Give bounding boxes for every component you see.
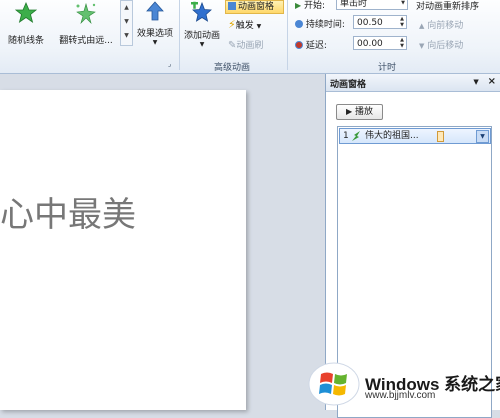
start-dropdown-icon[interactable]: ▼ — [399, 0, 407, 9]
pane-dropdown-icon[interactable]: ▼ — [473, 78, 478, 86]
effect-options-button[interactable]: 效果选项 ▼ — [134, 0, 176, 52]
animation-item-number: 1 — [343, 131, 349, 141]
trigger-label: 触发 — [235, 21, 254, 31]
flip-effect-button[interactable]: 翻转式由远... — [54, 0, 118, 46]
lightning-icon: ⚡ — [228, 18, 236, 31]
pane-title: 动画窗格 — [330, 80, 367, 90]
duration-input[interactable]: 00.50 ▲ ▼ — [353, 15, 407, 29]
gallery-down-icon[interactable]: ▼ — [121, 15, 132, 29]
delay-icon — [295, 41, 303, 49]
flip-label: 翻转式由远... — [59, 36, 113, 46]
watermark: Windows 系统之家 www.bjjmlv.com — [302, 354, 500, 410]
animation-pane-label: 动画窗格 — [238, 2, 275, 12]
trigger-dropdown-icon: ▼ — [256, 23, 262, 30]
up-arrow-icon — [146, 1, 164, 21]
delay-value: 00.00 — [357, 39, 383, 49]
duration-value: 00.50 — [357, 18, 383, 28]
animation-item-name: 伟大的祖国... — [365, 131, 419, 141]
dialog-launcher-icon[interactable]: ⌟ — [168, 60, 171, 68]
move-later-label: 向后移动 — [427, 41, 464, 51]
start-row: ▶ 开始: — [295, 0, 325, 11]
gallery-more-icon[interactable]: ▼ — [121, 29, 132, 43]
animation-painter-label: 动画刷 — [236, 41, 264, 51]
play-label: 播放 — [355, 107, 374, 117]
move-earlier-label: 向前移动 — [427, 21, 464, 31]
animation-pane-button[interactable]: 动画窗格 — [225, 0, 284, 14]
duration-spinner-icon[interactable]: ▲ ▼ — [398, 16, 406, 28]
animation-painter-button[interactable]: ✎动画刷 — [228, 38, 263, 51]
move-later-button[interactable]: ▼ 向后移动 — [419, 38, 463, 51]
effect-options-dropdown-icon: ▼ — [152, 39, 158, 46]
start-play-icon: ▶ — [295, 1, 302, 10]
gallery-up-icon[interactable]: ▲ — [121, 1, 132, 15]
separator — [179, 0, 180, 70]
slide-text[interactable]: 心中最美 — [0, 187, 136, 236]
timing-group-label: 计时 — [378, 63, 397, 73]
pane-close-icon[interactable]: × — [488, 76, 496, 87]
separator — [287, 0, 288, 70]
animation-timing-bar — [437, 131, 444, 142]
move-earlier-button[interactable]: ▲ 向前移动 — [419, 18, 463, 31]
delay-label: 延迟: — [305, 41, 327, 51]
add-animation-dropdown-icon: ▼ — [199, 41, 205, 48]
delay-spinner-icon[interactable]: ▲ ▼ — [398, 37, 406, 49]
start-value: 单击时 — [340, 0, 368, 9]
add-animation-button[interactable]: 添加动画 ▼ — [181, 0, 223, 52]
start-select[interactable]: 单击时 ▼ — [336, 0, 408, 10]
animation-item-dropdown-icon[interactable]: ▼ — [476, 130, 489, 143]
down-triangle-icon: ▼ — [419, 42, 425, 50]
slide-canvas-area: 心中最美 — [0, 74, 322, 410]
delay-row: 延迟: — [295, 38, 327, 51]
duration-row: 持续时间: — [295, 17, 345, 30]
add-star-icon — [191, 1, 212, 22]
slide[interactable]: 心中最美 — [0, 90, 246, 410]
ribbon: 随机线条 翻转式由远... ▲ ▼ ▼ 效果选项 ▼ ⌟ 添加动画 ▼ 动画窗格 — [0, 0, 500, 74]
add-animation-label: 添加动画 — [183, 31, 220, 41]
sparkle-star-icon — [76, 2, 96, 25]
pane-header: 动画窗格 ▼ × — [326, 74, 500, 92]
animation-effect-icon — [352, 131, 360, 141]
green-star-icon — [14, 1, 38, 23]
delay-input[interactable]: 00.00 ▲ ▼ — [353, 36, 407, 50]
play-icon: ▶ — [345, 107, 353, 116]
windows-logo — [308, 362, 360, 406]
watermark-url: www.bjjmlv.com — [365, 390, 436, 401]
up-triangle-icon: ▲ — [419, 22, 425, 30]
effect-options-label: 效果选项 — [136, 29, 173, 39]
clock-icon — [295, 20, 303, 28]
pane-controls: ▼ × — [473, 76, 496, 87]
effect-gallery-scrollbar[interactable]: ▲ ▼ ▼ — [120, 0, 133, 46]
reorder-title: 对动画重新排序 — [416, 2, 480, 12]
animation-item[interactable]: 1 伟大的祖国... ▼ — [339, 128, 491, 144]
random-lines-effect-button[interactable]: 随机线条 — [0, 0, 52, 46]
random-lines-label: 随机线条 — [7, 36, 44, 46]
animation-pane-icon — [228, 2, 236, 10]
trigger-button[interactable]: ⚡触发 ▼ — [228, 18, 261, 31]
advanced-animation-group-label: 高级动画 — [214, 63, 251, 73]
duration-label: 持续时间: — [305, 20, 345, 30]
start-label: 开始: — [304, 1, 326, 11]
play-button[interactable]: ▶ 播放 — [336, 104, 383, 120]
